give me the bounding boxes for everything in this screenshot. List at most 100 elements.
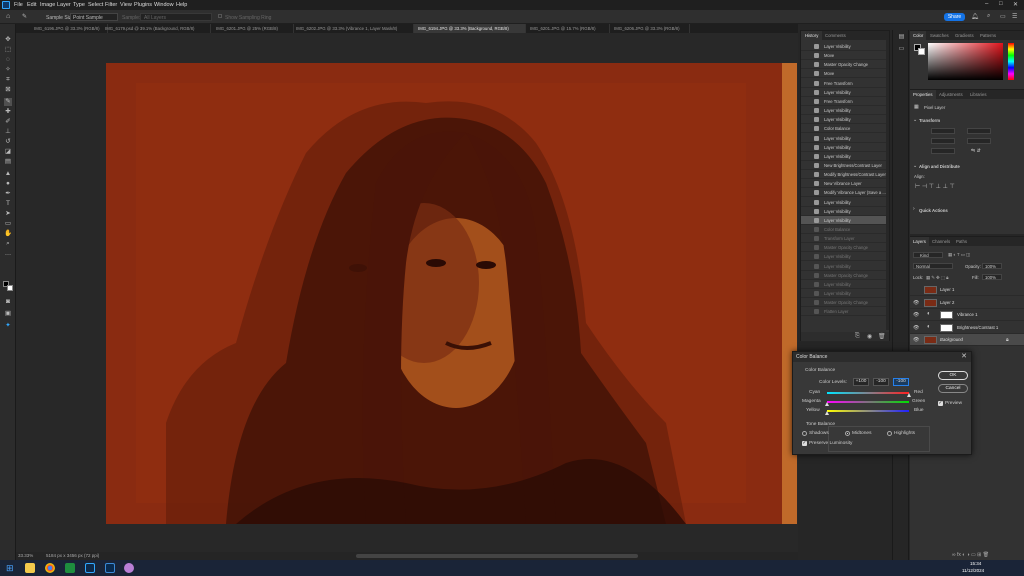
x-field[interactable] (931, 138, 955, 144)
history-row[interactable]: Layer Visibility (801, 280, 887, 289)
history-row[interactable]: Layer Visibility (801, 115, 887, 125)
share-button[interactable]: Share (944, 13, 965, 21)
height-field[interactable] (967, 128, 991, 134)
history-row[interactable]: Layer Visibility (801, 289, 887, 299)
home-icon[interactable]: ⌂ (6, 13, 10, 20)
hue-slider[interactable] (1008, 43, 1014, 80)
dodge-tool-icon[interactable]: ● (4, 180, 12, 188)
preserve-luminosity-checkbox[interactable]: ✓ (802, 441, 807, 446)
snapshot-icon[interactable]: ⎘ (855, 333, 860, 340)
history-row[interactable]: Free Transform (801, 79, 887, 88)
tab-history[interactable]: History (801, 31, 823, 40)
ok-button[interactable]: OK (938, 371, 968, 380)
eyedropper-tool-icon[interactable]: ✎ (22, 13, 27, 20)
history-row[interactable]: Master Opacity Change (801, 271, 887, 280)
history-row[interactable]: Transform Layer (801, 234, 887, 244)
cyan-red-slider[interactable] (827, 392, 909, 394)
options-icon[interactable]: ☰ (1012, 13, 1017, 20)
eyedropper-icon[interactable]: ✎ (4, 98, 12, 106)
history-panel-icon[interactable]: ▤ (898, 34, 905, 41)
chevron-right-icon[interactable]: › (913, 206, 915, 212)
menu-help[interactable]: Help (176, 2, 187, 8)
close-window-button[interactable]: ✕ (1013, 1, 1018, 8)
eye-icon[interactable]: 👁︎ (913, 312, 919, 318)
menu-file[interactable]: File (14, 2, 23, 8)
document-canvas[interactable] (106, 63, 797, 524)
tab-document[interactable]: IMG_6202.JPG @ 33.3% (Vibrance 1, Layer … (292, 24, 414, 33)
close-icon[interactable]: ✕ (961, 352, 967, 362)
horizontal-scrollbar[interactable] (356, 554, 638, 558)
preview-checkbox[interactable]: ✓ (938, 401, 943, 406)
history-row[interactable]: Layer Visibility (801, 134, 887, 143)
width-field[interactable] (931, 128, 955, 134)
layer-row[interactable]: 👁︎ ◐ Brightness/Contrast 1 (910, 322, 1024, 334)
layer-mask-thumbnail[interactable] (940, 311, 953, 319)
magenta-green-slider[interactable] (827, 401, 909, 403)
rectangle-tool-icon[interactable]: ▭ (4, 220, 12, 228)
history-row[interactable]: New Brightness/Contrast Layer (801, 161, 887, 170)
search-icon[interactable]: ⌕ (987, 13, 990, 20)
pen-tool-icon[interactable]: ✒ (4, 190, 12, 198)
history-row[interactable]: Modify Vibrance Layer (Save a ... (801, 188, 887, 198)
tab-document[interactable]: IMG_6201.JPG @ 15.7% (RGB/8) (526, 24, 610, 33)
menu-image[interactable]: Image (40, 2, 55, 8)
tab-patterns[interactable]: Patterns (977, 31, 999, 40)
layer-row[interactable]: 👁︎ Background 🔒︎ (910, 334, 1024, 346)
tab-libraries[interactable]: Libraries (967, 90, 989, 99)
level-cyan-red-field[interactable]: +100 (853, 378, 869, 386)
history-row[interactable]: Layer Visibility (801, 143, 887, 152)
menu-type[interactable]: Type (73, 2, 85, 8)
layer-thumbnail[interactable] (924, 298, 937, 307)
eye-icon[interactable]: 👁︎ (913, 300, 919, 306)
level-yellow-blue-field[interactable]: -100 (893, 378, 909, 386)
app-icon[interactable] (124, 563, 134, 573)
zoom-level[interactable]: 33.33% (18, 553, 33, 558)
level-magenta-green-field[interactable]: -100 (873, 378, 889, 386)
slider-thumb[interactable] (907, 393, 911, 397)
filter-icons[interactable]: ▦ ◐ T ▭ ◫ (948, 252, 970, 258)
menu-view[interactable]: View (120, 2, 132, 8)
history-row[interactable]: Layer Visibility (801, 215, 887, 225)
screen-mode-icon[interactable]: ▣ (4, 310, 12, 318)
marquee-tool-icon[interactable]: ⬚ (4, 46, 12, 54)
flip-icon[interactable]: ⇋ ⇵ (971, 148, 981, 154)
quick-mask-icon[interactable]: ◙ (4, 298, 12, 306)
history-row[interactable]: Layer Visibility (801, 198, 887, 207)
camera-icon[interactable]: ◉ (867, 333, 872, 340)
history-row[interactable]: Color Balance (801, 124, 887, 134)
history-brush-icon[interactable]: ↺ (4, 138, 12, 146)
fill-field[interactable]: 100% (982, 274, 1002, 280)
quick-select-tool-icon[interactable]: ✧ (4, 66, 12, 74)
layer-row[interactable]: 👁︎ ◐ Vibrance 1 (910, 309, 1024, 321)
tab-channels[interactable]: Channels (929, 237, 953, 246)
path-select-icon[interactable]: ➤ (4, 210, 12, 218)
layer-row[interactable]: 👁︎ Layer 2 (910, 297, 1024, 309)
tab-paths[interactable]: Paths (953, 237, 970, 246)
slider-thumb[interactable] (825, 402, 829, 406)
history-row[interactable]: Master Opacity Change (801, 298, 887, 308)
menu-edit[interactable]: Edit (27, 2, 36, 8)
comments-panel-icon[interactable]: ▭ (898, 46, 905, 53)
tab-comments[interactable]: Comments (821, 31, 850, 40)
trash-icon[interactable]: 🗑︎ (878, 333, 886, 340)
history-scrollbar[interactable] (886, 40, 889, 330)
history-row[interactable]: Modify Brightness/Contrast Layer (801, 170, 887, 180)
bell-icon[interactable]: 🔔︎ (971, 13, 979, 20)
tab-layers[interactable]: Layers (910, 237, 929, 246)
cancel-button[interactable]: Cancel (938, 384, 968, 393)
healing-brush-icon[interactable]: ✚ (4, 108, 12, 116)
eye-icon[interactable]: 👁︎ (913, 325, 919, 331)
menu-layer[interactable]: Layer (57, 2, 71, 8)
history-row[interactable]: Master Opacity Change (801, 243, 887, 253)
history-row[interactable]: Move (801, 51, 887, 61)
sample-select[interactable]: All Layers (140, 13, 212, 21)
tab-properties[interactable]: Properties (910, 90, 936, 99)
angle-field[interactable] (931, 148, 955, 154)
menu-plugins[interactable]: Plugins (134, 2, 152, 8)
brush-tool-icon[interactable]: ✐ (4, 118, 12, 126)
history-row[interactable]: Layer Visibility (801, 152, 887, 161)
gradient-tool-icon[interactable]: ▤ (4, 158, 12, 166)
history-row[interactable]: Master Opacity Change (801, 60, 887, 70)
photoshop-taskbar-icon[interactable] (85, 563, 95, 573)
sample-size-select[interactable]: Point Sample (70, 13, 118, 21)
